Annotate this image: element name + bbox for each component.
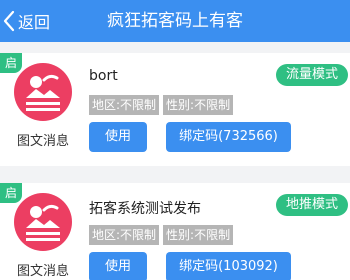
mode-badge[interactable]: 流量模式 (275, 64, 348, 86)
mode-badge[interactable]: 地推模式 (275, 194, 348, 216)
campaign-card[interactable]: 启 图文消息 拓客系统测试发布 地推模式 地区:不限制 性别:不限制 使用 绑定… (0, 183, 350, 280)
campaign-name: 拓客系统测试发布 (89, 201, 201, 217)
news-article-icon (14, 193, 72, 251)
bind-code-button[interactable]: 绑定码(103092) (166, 252, 291, 280)
gender-tag: 性别:不限制 (163, 95, 234, 115)
use-button[interactable]: 使用 (89, 122, 147, 152)
use-button[interactable]: 使用 (89, 252, 147, 280)
bind-code-button[interactable]: 绑定码(732566) (166, 122, 291, 152)
top-nav-bar: 返回 疯狂拓客码上有客 (0, 0, 350, 42)
filter-tags: 地区:不限制 性别:不限制 (89, 95, 237, 115)
page-title: 疯狂拓客码上有客 (107, 11, 243, 31)
campaign-card[interactable]: 启 图文消息 bort 流量模式 地区:不限制 性别:不限制 使用 绑定码(73… (0, 53, 350, 166)
region-tag: 地区:不限制 (89, 95, 160, 115)
gender-tag: 性别:不限制 (163, 225, 234, 245)
thumb-caption: 图文消息 (16, 134, 69, 149)
news-article-icon (14, 63, 72, 121)
thumb-caption: 图文消息 (16, 264, 69, 279)
region-tag: 地区:不限制 (89, 225, 160, 245)
campaign-name: bort (89, 68, 118, 84)
filter-tags: 地区:不限制 性别:不限制 (89, 225, 237, 245)
